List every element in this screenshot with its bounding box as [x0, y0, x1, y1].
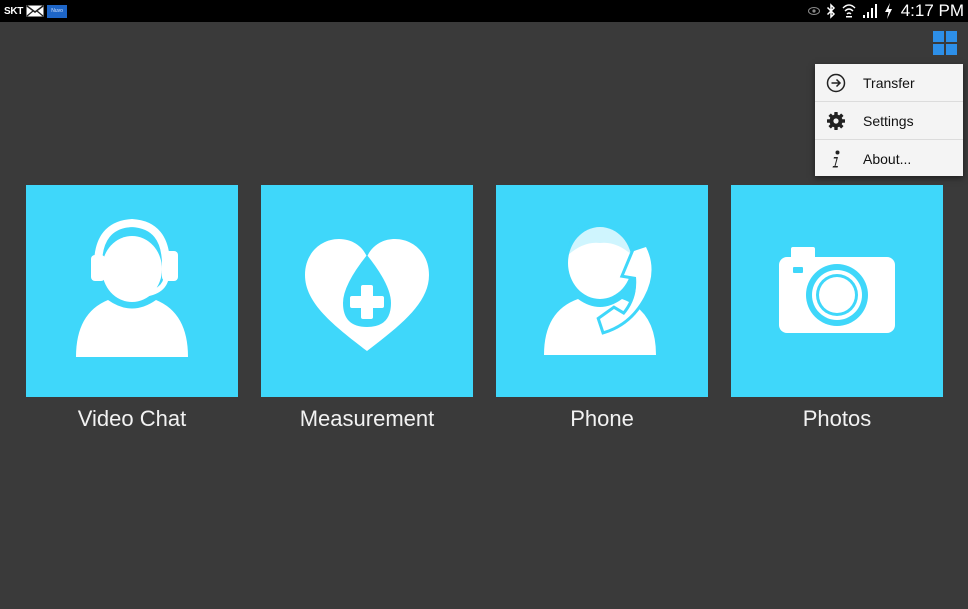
grid-menu-icon[interactable] [933, 31, 957, 55]
overflow-menu: Transfer Settings About... [815, 64, 963, 176]
tile-label: Measurement [299, 406, 435, 431]
menu-item-label: Settings [863, 113, 914, 129]
signal-icon [862, 4, 877, 18]
eye-icon [807, 7, 820, 15]
wifi-icon [842, 4, 856, 18]
tile-video-chat[interactable] [26, 185, 238, 397]
menu-item-settings[interactable]: Settings [815, 102, 963, 140]
tile-photos[interactable] [731, 185, 943, 397]
info-icon [832, 150, 840, 168]
menu-item-label: About... [863, 151, 912, 167]
arrow-circle-icon [826, 73, 846, 93]
battery-charging-icon [884, 3, 892, 19]
tile-measurement[interactable] [261, 185, 473, 397]
tile-label: Video Chat [77, 406, 187, 431]
headset-person-icon [76, 218, 188, 357]
tile-label: Photos [802, 406, 872, 431]
person-phone-icon [544, 223, 656, 355]
tile-phone[interactable] [496, 185, 708, 397]
menu-item-about[interactable]: About... [815, 140, 963, 177]
carrier-label: SKT [4, 5, 24, 17]
menu-item-transfer[interactable]: Transfer [815, 64, 963, 102]
clock: 4:17 PM [900, 1, 964, 20]
status-bar: SKT Nuvo 4:17 PM [0, 0, 968, 22]
camera-icon [779, 247, 895, 333]
mail-icon [26, 5, 44, 17]
heart-drop-plus-icon [305, 239, 429, 351]
gear-icon [827, 112, 845, 130]
app-notification-icon: Nuvo [47, 4, 68, 18]
menu-item-label: Transfer [863, 75, 915, 91]
bluetooth-icon [826, 3, 835, 19]
tile-label: Phone [570, 406, 634, 431]
